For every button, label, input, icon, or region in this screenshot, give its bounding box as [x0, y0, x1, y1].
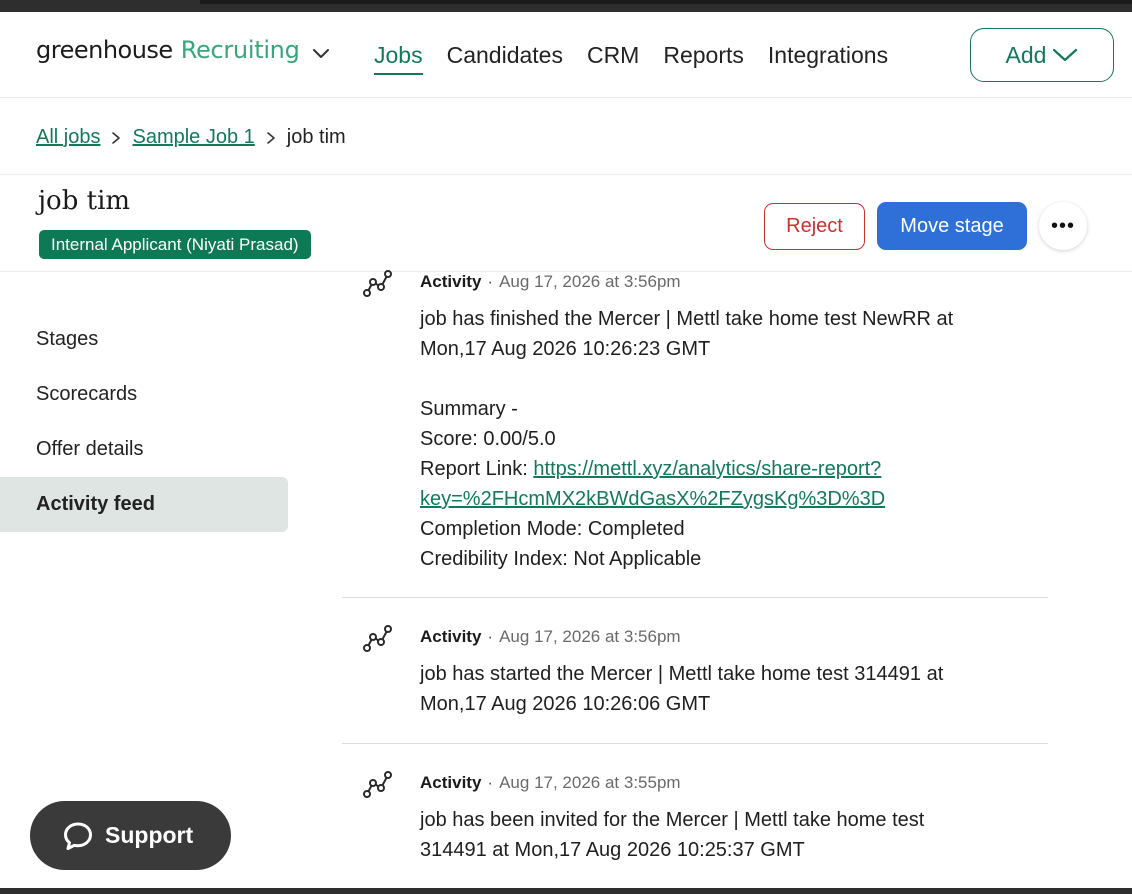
breadcrumb-job[interactable]: Sample Job 1 [132, 126, 254, 149]
divider [342, 743, 1048, 744]
activity-text: Mon,17 Aug 2026 10:26:23 GMT [420, 338, 711, 360]
app-logo[interactable]: greenhouse Recruiting [36, 36, 329, 64]
activity-text: job has been invited for the Mercer | Me… [420, 809, 925, 831]
move-stage-button[interactable]: Move stage [877, 202, 1027, 250]
credibility-index-text: Credibility Index: Not Applicable [420, 548, 702, 570]
activity-body: job has been invited for the Mercer | Me… [420, 805, 1040, 865]
divider [342, 597, 1048, 598]
activity-type: Activity [420, 272, 482, 291]
activity-text: 314491 at Mon,17 Aug 2026 10:25:37 GMT [420, 839, 805, 861]
top-window-strip [0, 0, 1132, 12]
chat-bubble-icon [64, 822, 92, 850]
completion-mode-text: Completion Mode: Completed [420, 518, 685, 540]
add-button[interactable]: Add [970, 28, 1114, 82]
candidate-sidebar: Stages Scorecards Offer details Activity… [0, 312, 290, 532]
logo-wordmark: greenhouse [36, 36, 173, 64]
score-text: Score: 0.00/5.0 [420, 428, 556, 450]
sidebar-item-stages[interactable]: Stages [0, 312, 290, 367]
bottom-window-strip [0, 888, 1132, 894]
breadcrumb: All jobs Sample Job 1 job tim [36, 126, 346, 149]
report-link[interactable]: key=%2FHcmMX2kBWdGasX%2FZygsKg%3D%3D [420, 488, 885, 510]
activity-header: Activity · Aug 17, 2026 at 3:56pm [420, 627, 681, 647]
activity-type: Activity [420, 627, 482, 646]
support-label: Support [105, 822, 194, 848]
activity-header: Activity · Aug 17, 2026 at 3:55pm [420, 773, 681, 793]
divider [0, 174, 1132, 175]
nav-reports[interactable]: Reports [663, 42, 744, 75]
report-link[interactable]: https://mettl.xyz/analytics/share-report… [533, 458, 881, 480]
top-window-bar [200, 0, 1132, 4]
chevron-down-icon [1053, 48, 1078, 62]
breadcrumb-current: job tim [286, 126, 346, 148]
report-link-row: key=%2FHcmMX2kBWdGasX%2FZygsKg%3D%3D [420, 484, 1040, 514]
sidebar-item-activity-feed[interactable]: Activity feed [0, 477, 288, 532]
activity-body: job has finished the Mercer | Mettl take… [420, 304, 1040, 574]
chevron-right-icon [255, 131, 287, 145]
separator-dot: · [487, 272, 494, 291]
activity-text: Mon,17 Aug 2026 10:26:06 GMT [420, 693, 711, 715]
activity-body: job has started the Mercer | Mettl take … [420, 659, 1040, 719]
breadcrumb-all-jobs[interactable]: All jobs [36, 126, 100, 149]
reject-button[interactable]: Reject [764, 203, 865, 250]
nav-integrations[interactable]: Integrations [768, 42, 888, 75]
candidate-name: job tim [38, 186, 131, 216]
activity-timestamp: Aug 17, 2026 at 3:55pm [499, 773, 681, 792]
main-nav: Jobs Candidates CRM Reports Integrations [374, 42, 912, 75]
support-button[interactable]: Support [30, 801, 231, 870]
activity-graph-icon [363, 625, 392, 652]
more-options-button[interactable]: ••• [1039, 202, 1087, 250]
internal-applicant-badge: Internal Applicant (Niyati Prasad) [39, 230, 311, 259]
chevron-down-icon[interactable] [312, 44, 330, 62]
app-header: greenhouse Recruiting Jobs Candidates CR… [0, 12, 1132, 98]
nav-candidates[interactable]: Candidates [447, 42, 563, 75]
report-link-label: Report Link: [420, 458, 534, 480]
activity-timestamp: Aug 17, 2026 at 3:56pm [499, 272, 681, 291]
sidebar-item-scorecards[interactable]: Scorecards [0, 367, 290, 422]
activity-timestamp: Aug 17, 2026 at 3:56pm [499, 627, 681, 646]
summary-heading: Summary - [420, 398, 518, 420]
add-button-label: Add [1005, 41, 1047, 68]
product-name: Recruiting [180, 36, 300, 64]
activity-header: Activity · Aug 17, 2026 at 3:56pm [420, 272, 681, 292]
activity-text: job has finished the Mercer | Mettl take… [420, 308, 954, 330]
separator-dot: · [487, 773, 494, 792]
nav-jobs[interactable]: Jobs [374, 42, 423, 75]
report-link-row: Report Link: https://mettl.xyz/analytics… [420, 454, 1040, 484]
activity-type: Activity [420, 773, 482, 792]
chevron-right-icon [100, 131, 132, 145]
activity-graph-icon [363, 771, 392, 798]
sidebar-item-offer-details[interactable]: Offer details [0, 422, 290, 477]
nav-crm[interactable]: CRM [587, 42, 639, 75]
separator-dot: · [487, 627, 494, 646]
activity-graph-icon [363, 270, 392, 297]
activity-text: job has started the Mercer | Mettl take … [420, 663, 944, 685]
